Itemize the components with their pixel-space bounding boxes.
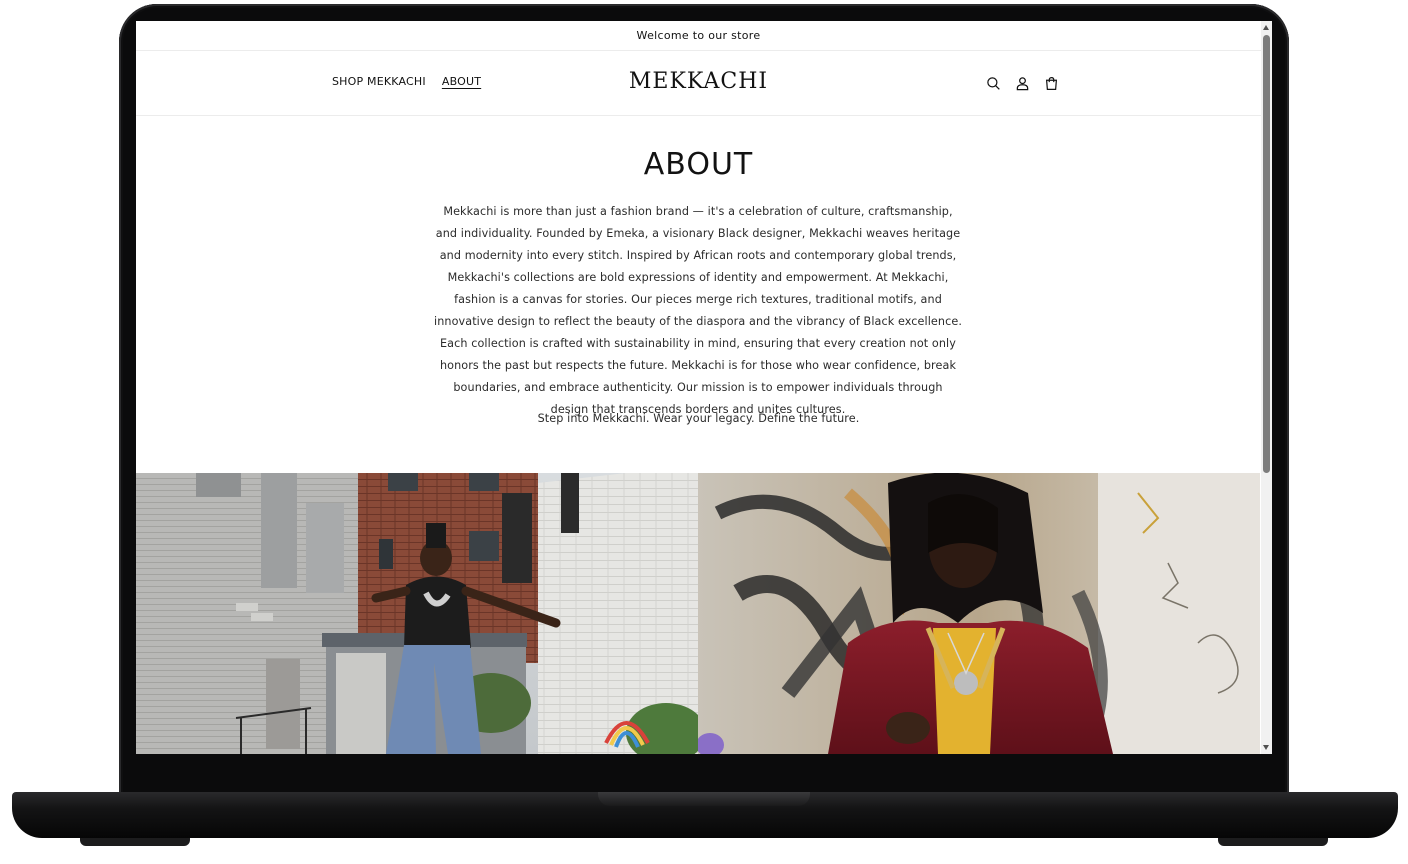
about-body-text: Mekkachi is more than just a fashion bra… — [433, 205, 962, 416]
scroll-down-arrow-icon[interactable] — [1263, 745, 1269, 750]
site-header: SHOP MEKKACHI ABOUT MEKKACHI — [136, 51, 1261, 116]
laptop-foot — [1218, 838, 1328, 846]
alley-photo — [136, 473, 698, 754]
browser-viewport: Welcome to our store SHOP MEKKACHI ABOUT… — [136, 21, 1272, 754]
header-icons — [984, 74, 1060, 92]
cart-icon[interactable] — [1042, 74, 1060, 92]
site-logo[interactable]: MEKKACHI — [136, 69, 1261, 94]
graffiti-portrait-photo — [698, 473, 1260, 754]
announcement-text: Welcome to our store — [636, 29, 761, 42]
about-tagline: Step into Mekkachi. Wear your legacy. De… — [537, 412, 860, 425]
scrollbar-thumb[interactable] — [1263, 35, 1270, 473]
laptop-foot — [80, 838, 190, 846]
search-icon[interactable] — [984, 74, 1002, 92]
announcement-bar: Welcome to our store — [136, 21, 1261, 51]
screen-bezel-bottom — [126, 754, 1282, 766]
vertical-scrollbar[interactable] — [1261, 21, 1272, 754]
account-icon[interactable] — [1013, 74, 1031, 92]
scroll-up-arrow-icon[interactable] — [1263, 25, 1269, 30]
laptop-notch — [598, 792, 810, 806]
page-title: ABOUT — [643, 147, 754, 182]
